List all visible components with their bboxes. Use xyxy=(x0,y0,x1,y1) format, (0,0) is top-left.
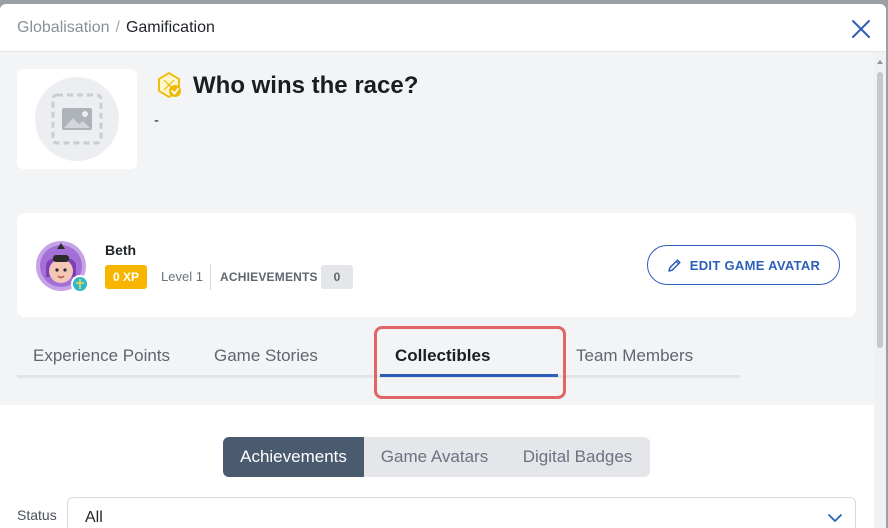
edit-game-avatar-button[interactable]: EDIT GAME AVATAR xyxy=(647,245,840,285)
status-select-value: All xyxy=(85,509,103,526)
tab-team-members[interactable]: Team Members xyxy=(576,346,693,366)
breadcrumb-current: Gamification xyxy=(125,19,215,36)
divider xyxy=(210,264,211,290)
verified-game-icon xyxy=(158,71,181,99)
segment-digital-badges[interactable]: Digital Badges xyxy=(505,437,650,477)
game-description: - xyxy=(154,112,159,129)
tab-game-stories[interactable]: Game Stories xyxy=(214,346,318,366)
tab-collectibles[interactable]: Collectibles xyxy=(395,346,490,366)
breadcrumb: Globalisation / Gamification xyxy=(17,19,215,37)
active-tab-underline xyxy=(380,374,558,377)
tab-bar: Experience Points Game Stories Collectib… xyxy=(17,334,741,380)
achievements-count-badge: 0 xyxy=(321,265,353,289)
achievements-label: ACHIEVEMENTS xyxy=(220,270,318,284)
game-image xyxy=(17,69,137,169)
pencil-icon xyxy=(668,258,681,272)
modal-header: Globalisation / Gamification xyxy=(0,4,886,52)
edit-button-label: EDIT GAME AVATAR xyxy=(689,257,821,273)
status-select[interactable]: All xyxy=(67,497,856,528)
player-card: Beth 0 XP Level 1 ACHIEVEMENTS 0 EDIT GA… xyxy=(17,213,856,317)
close-icon xyxy=(852,20,870,38)
collectibles-segmented-control: Achievements Game Avatars Digital Badges xyxy=(223,437,650,477)
scrollbar-thumb[interactable] xyxy=(877,72,883,348)
breadcrumb-parent[interactable]: Globalisation xyxy=(17,19,110,37)
segment-achievements[interactable]: Achievements xyxy=(223,437,364,477)
chevron-down-icon xyxy=(828,514,842,522)
scroll-up-arrow-icon[interactable] xyxy=(876,58,884,66)
segment-game-avatars[interactable]: Game Avatars xyxy=(364,437,505,477)
game-title: Who wins the race? xyxy=(193,72,419,99)
status-label: Status xyxy=(17,507,57,523)
breadcrumb-separator: / xyxy=(115,19,120,36)
player-name: Beth xyxy=(105,242,137,258)
game-image-circle xyxy=(35,77,119,161)
gamification-modal: Globalisation / Gamification Who wins th… xyxy=(0,4,886,528)
xp-badge: 0 XP xyxy=(105,265,148,289)
collectibles-panel: Achievements Game Avatars Digital Badges… xyxy=(0,405,874,528)
avatar[interactable] xyxy=(35,239,91,295)
level-text: Level 1 xyxy=(161,269,203,284)
image-placeholder-icon xyxy=(51,93,103,145)
tab-experience-points[interactable]: Experience Points xyxy=(33,346,170,366)
scrollbar[interactable] xyxy=(874,52,886,528)
tab-bar-baseline xyxy=(17,375,740,378)
close-button[interactable] xyxy=(850,18,872,40)
